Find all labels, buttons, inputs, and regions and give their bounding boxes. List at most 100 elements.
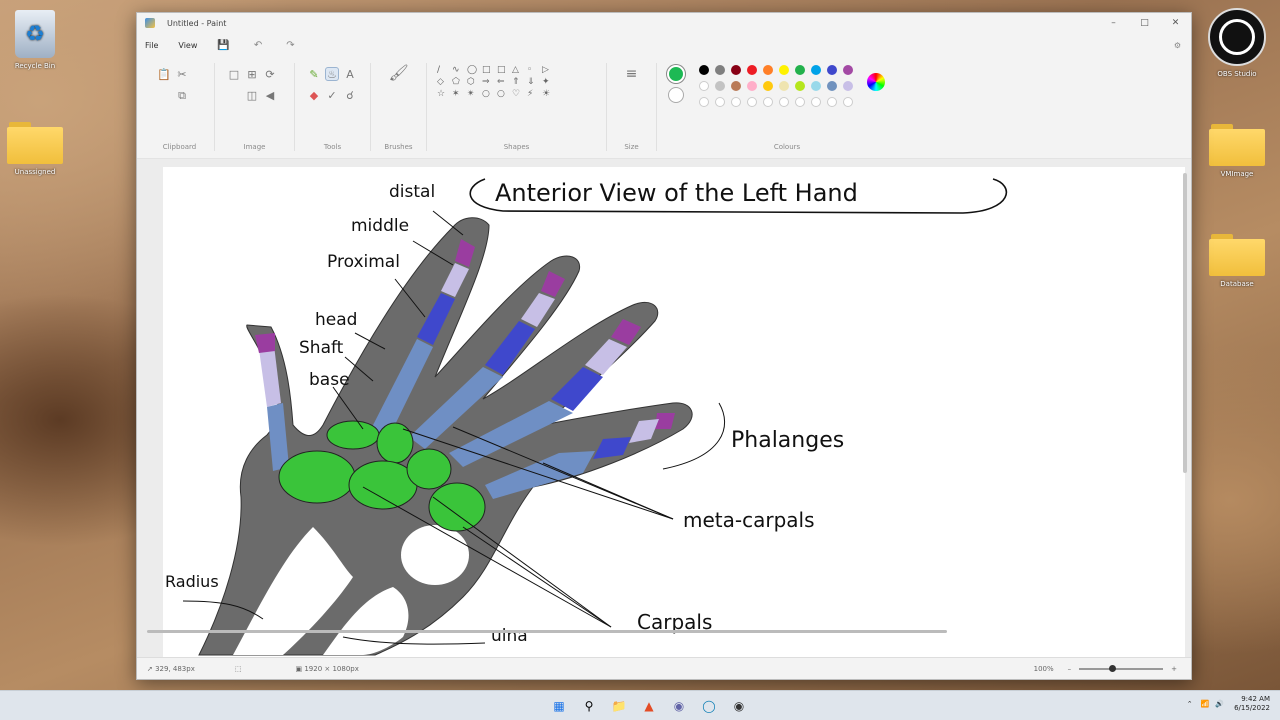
file-explorer-icon[interactable]: 📁 xyxy=(608,695,630,717)
custom-color-slot[interactable] xyxy=(763,97,773,107)
brush-icon[interactable]: 🖌 xyxy=(389,65,409,90)
rotate-icon[interactable]: ⟳ xyxy=(263,68,277,82)
cursor-pointer-icon: ➚ xyxy=(147,664,156,673)
group-label: Size xyxy=(624,143,639,151)
clock[interactable]: 9:42 AM 6/15/2022 xyxy=(1234,695,1270,713)
label-metacarpals: meta-carpals xyxy=(683,508,815,532)
paint-app-icon xyxy=(145,18,155,28)
minimize-button[interactable]: – xyxy=(1098,18,1129,28)
label-radius: Radius xyxy=(165,572,219,591)
eraser-icon[interactable]: ◆ xyxy=(307,89,321,103)
menu-bar: File View 💾 ↶ ↷ ⚙ xyxy=(137,33,1191,57)
color-swatch[interactable] xyxy=(779,81,789,91)
color-swatch[interactable] xyxy=(699,81,709,91)
resize-icon[interactable]: ◫ xyxy=(245,89,259,103)
obs-studio-shortcut[interactable]: OBS Studio xyxy=(1202,8,1272,78)
secondary-color[interactable] xyxy=(668,87,684,103)
color-swatch[interactable] xyxy=(731,81,741,91)
horizontal-scrollbar[interactable] xyxy=(147,630,947,633)
color-swatch[interactable] xyxy=(747,65,757,75)
folder-icon xyxy=(7,122,63,164)
title-bar[interactable]: Untitled - Paint – □ ✕ xyxy=(137,13,1191,33)
menu-view[interactable]: View xyxy=(178,41,197,50)
desktop-icon-label: OBS Studio xyxy=(1217,70,1257,78)
settings-icon[interactable]: ⚙ xyxy=(1174,41,1181,50)
save-icon[interactable]: 💾 xyxy=(217,40,229,51)
custom-color-slot[interactable] xyxy=(811,97,821,107)
magnifier-icon[interactable]: ☌ xyxy=(343,89,357,103)
folder-shortcut-database[interactable]: Database xyxy=(1202,234,1272,288)
color-swatch[interactable] xyxy=(715,65,725,75)
folder-shortcut-unassigned[interactable]: Unassigned xyxy=(0,122,70,176)
crop-icon[interactable]: ⊞ xyxy=(245,68,259,82)
custom-color-slot[interactable] xyxy=(715,97,725,107)
color-swatch[interactable] xyxy=(843,81,853,91)
shapes-gallery[interactable]: ∕ ∿ ◯ □ □ △ ◦ ▷ ◇ ⬠ ⬡ ⇒ ⇐ ⇑ ⇓ ✦ ☆ ✶ ✴ ○ ○ ♡ ⚡ ☀ xyxy=(437,65,596,99)
recycle-bin-shortcut[interactable]: ♻ Recycle Bin xyxy=(0,10,70,70)
paste-icon[interactable]: 📋 xyxy=(157,68,171,82)
undo-icon[interactable]: ↶ xyxy=(254,40,262,51)
select-icon[interactable]: □ xyxy=(227,68,241,82)
edge-browser-icon[interactable]: ◯ xyxy=(698,695,720,717)
label-distal: distal xyxy=(389,182,435,202)
color-picker-icon[interactable]: ✓ xyxy=(325,89,339,103)
custom-color-slot[interactable] xyxy=(731,97,741,107)
hand-drawing: Anterior View of the Left Hand distal mi… xyxy=(165,178,1008,656)
custom-color-slot[interactable] xyxy=(747,97,757,107)
volume-icon[interactable]: 🔊 xyxy=(1215,700,1224,708)
color-swatch[interactable] xyxy=(811,81,821,91)
shapes-group: ∕ ∿ ◯ □ □ △ ◦ ▷ ◇ ⬠ ⬡ ⇒ ⇐ ⇑ ⇓ ✦ ☆ ✶ ✴ ○ ○ ♡ ⚡ ☀ Shapes xyxy=(427,63,607,151)
zoom-slider[interactable] xyxy=(1079,664,1164,672)
zoom-in-icon[interactable]: + xyxy=(1171,665,1177,673)
color-swatch[interactable] xyxy=(795,65,805,75)
obs-taskbar-icon[interactable]: ◉ xyxy=(728,695,750,717)
color-swatch[interactable] xyxy=(731,65,741,75)
taskbar: ▦ ⚲ 📁 ▲ ◉ ◯ ◉ ⌃ 📶 🔊 9:42 AM 6/15/2022 xyxy=(0,690,1280,720)
copy-icon[interactable]: ⧉ xyxy=(175,89,189,103)
drawing-canvas[interactable]: Anterior View of the Left Hand distal mi… xyxy=(163,167,1185,657)
vertical-scrollbar[interactable] xyxy=(1183,159,1189,659)
close-button[interactable]: ✕ xyxy=(1160,18,1191,28)
search-icon[interactable]: ⚲ xyxy=(578,695,600,717)
chevron-up-icon[interactable]: ⌃ xyxy=(1187,700,1193,708)
flip-icon[interactable]: ◀ xyxy=(263,89,277,103)
label-base: base xyxy=(309,370,350,390)
cut-icon[interactable]: ✂ xyxy=(175,68,189,82)
maximize-button[interactable]: □ xyxy=(1129,18,1160,28)
redo-icon[interactable]: ↷ xyxy=(286,40,294,51)
network-icon[interactable]: 📶 xyxy=(1201,700,1210,708)
fill-icon[interactable]: ♨ xyxy=(325,67,339,81)
zoom-out-icon[interactable]: – xyxy=(1068,665,1072,673)
date: 6/15/2022 xyxy=(1234,704,1270,712)
color-swatch[interactable] xyxy=(763,65,773,75)
color-swatch[interactable] xyxy=(747,81,757,91)
color-swatch[interactable] xyxy=(779,65,789,75)
pencil-icon[interactable]: ✎ xyxy=(307,68,321,82)
label-shaft: Shaft xyxy=(299,338,344,358)
edit-colors-icon[interactable] xyxy=(867,73,885,91)
custom-color-slot[interactable] xyxy=(843,97,853,107)
color-swatch[interactable] xyxy=(843,65,853,75)
brave-browser-icon[interactable]: ▲ xyxy=(638,695,660,717)
selection-icon: ⬚ xyxy=(234,664,242,673)
color-swatch[interactable] xyxy=(827,81,837,91)
color-swatch[interactable] xyxy=(827,65,837,75)
custom-color-slot[interactable] xyxy=(699,97,709,107)
start-icon[interactable]: ▦ xyxy=(548,695,570,717)
chat-app-icon[interactable]: ◉ xyxy=(668,695,690,717)
custom-color-slot[interactable] xyxy=(827,97,837,107)
size-icon[interactable]: ≡ xyxy=(621,67,643,89)
folder-icon xyxy=(1209,234,1265,276)
color-swatch[interactable] xyxy=(699,65,709,75)
primary-color[interactable] xyxy=(667,65,685,83)
color-swatch[interactable] xyxy=(715,81,725,91)
menu-file[interactable]: File xyxy=(145,41,158,50)
color-swatch[interactable] xyxy=(763,81,773,91)
folder-shortcut-vmimage[interactable]: VMImage xyxy=(1202,124,1272,178)
text-icon[interactable]: A xyxy=(343,68,357,82)
custom-color-slot[interactable] xyxy=(779,97,789,107)
color-swatch[interactable] xyxy=(811,65,821,75)
color-swatch[interactable] xyxy=(795,81,805,91)
colours-group: Colours xyxy=(657,63,917,151)
custom-color-slot[interactable] xyxy=(795,97,805,107)
